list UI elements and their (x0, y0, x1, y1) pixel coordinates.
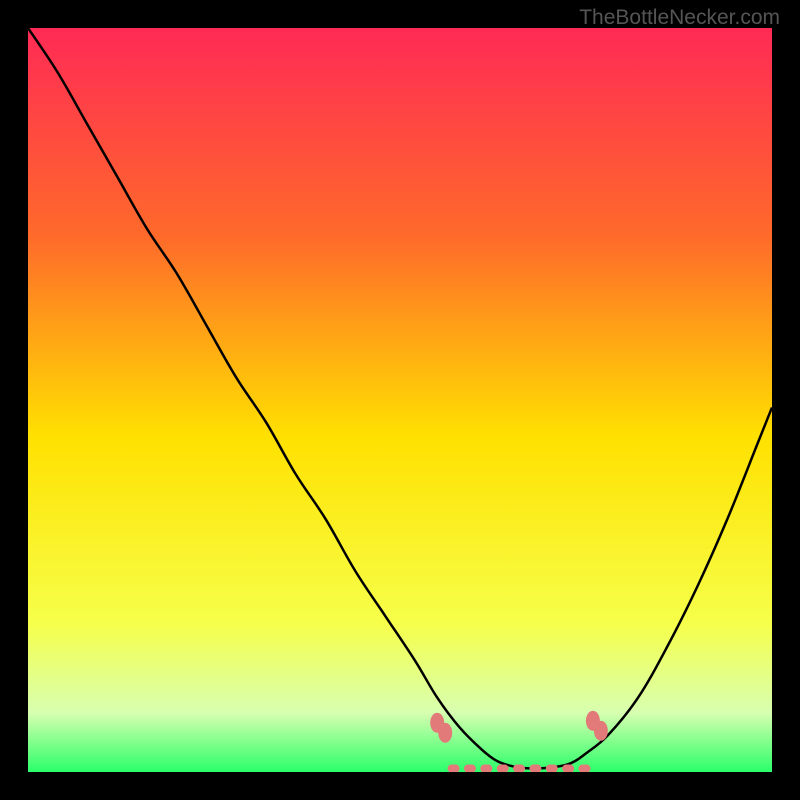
watermark-text: TheBottleNecker.com (579, 6, 780, 30)
plot-area (28, 28, 772, 772)
chart-container: TheBottleNecker.com (0, 0, 800, 800)
chart-svg (28, 28, 772, 772)
